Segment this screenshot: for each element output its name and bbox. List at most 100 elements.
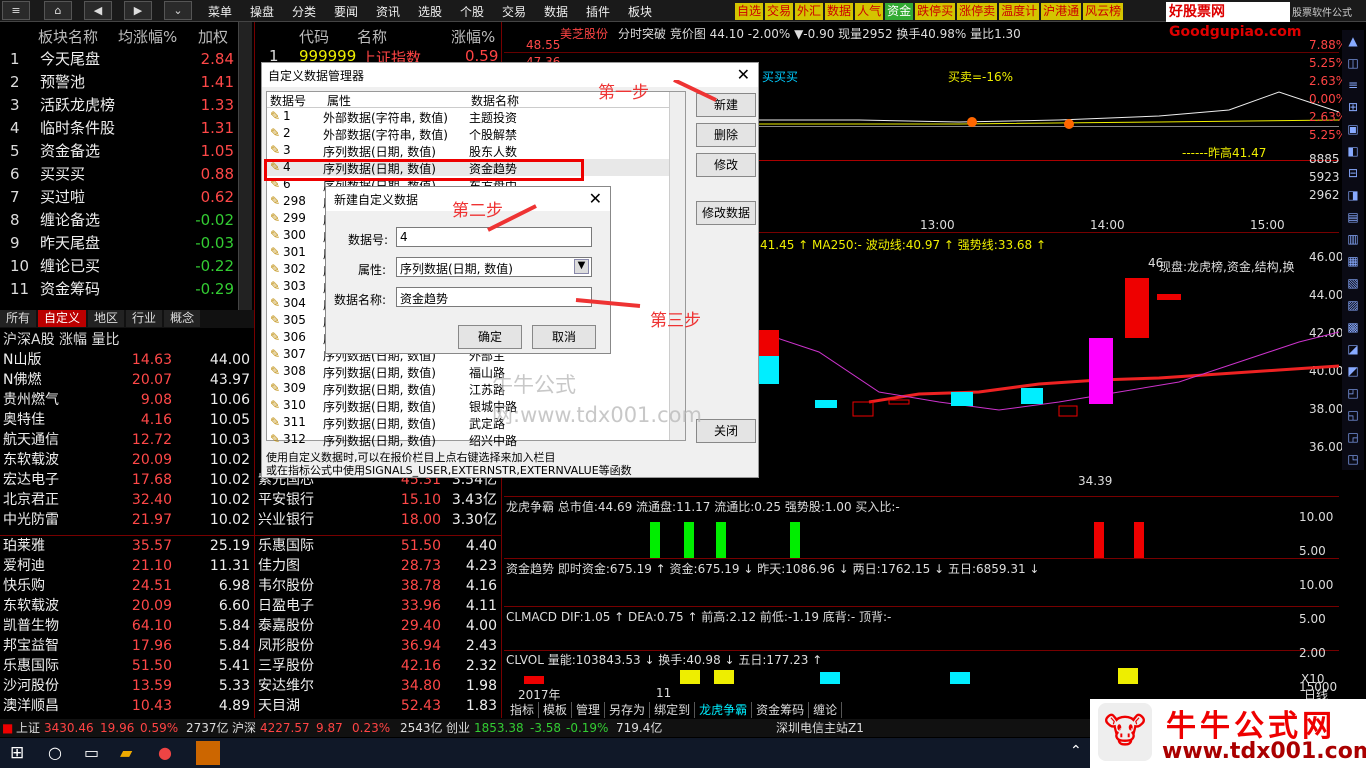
col-header-change[interactable]: 均涨幅% [118, 26, 177, 47]
stock-title[interactable]: 美芝股份 [560, 25, 608, 42]
sh-index[interactable]: 3430.46 [44, 719, 94, 737]
windows-icon[interactable]: ⊞ [10, 743, 24, 763]
tab-0[interactable]: 所有 [0, 310, 37, 327]
quick-button[interactable]: 涨停卖 [957, 3, 998, 20]
stock-row[interactable]: 澳洋顺昌 10.43 4.89 [0, 696, 254, 716]
mid-stock-row[interactable]: 天目湖 52.43 1.83 [255, 696, 501, 716]
indicator-tab[interactable]: 管理 [572, 702, 606, 718]
mid-header-change[interactable]: 涨幅% [451, 26, 495, 47]
mid-header-name[interactable]: 名称 [357, 26, 387, 47]
stock-row[interactable]: 东软载波 20.09 10.02 [0, 450, 254, 470]
menu-item[interactable]: 操盘 [250, 3, 292, 20]
stock-row[interactable]: 乐惠国际 51.50 5.41 [0, 656, 254, 676]
sector-row[interactable]: 6 买买买 0.88 [0, 163, 238, 186]
stock-row[interactable]: 北京君正 32.40 10.02 [0, 490, 254, 510]
stock-row[interactable]: N山版 14.63 44.00 [0, 350, 254, 370]
tab-2[interactable]: 地区 [88, 310, 125, 327]
col-attr[interactable]: 属性 [323, 92, 467, 108]
menu-item[interactable]: 交易 [502, 3, 544, 20]
tray-icon[interactable]: ⌃ [1070, 743, 1082, 759]
search-icon[interactable]: ○ [48, 743, 62, 762]
sector-row[interactable]: 7 买过啦 0.62 [0, 186, 238, 209]
stock-row[interactable]: 爱柯迪 21.10 11.31 [0, 556, 254, 576]
sector-row[interactable]: 11 资金筹码 -0.29 [0, 278, 238, 301]
indicator-tab[interactable]: 资金筹码 [752, 702, 810, 718]
mid-stock-row[interactable]: 佳力图 28.73 4.23 [255, 556, 501, 576]
stock-row[interactable]: 宏达电子 17.68 10.02 [0, 470, 254, 490]
indicator-tab[interactable]: 模板 [539, 702, 573, 718]
stock-row[interactable]: 沙河股份 13.59 5.33 [0, 676, 254, 696]
menu-item[interactable]: 插件 [586, 3, 628, 20]
indicator-tab[interactable]: 绑定到 [650, 702, 696, 718]
stock-row[interactable]: 快乐购 24.51 6.98 [0, 576, 254, 596]
mid-stock-row[interactable]: 乐惠国际 51.50 4.40 [255, 536, 501, 556]
stock-row[interactable]: 珀莱雅 35.57 25.19 [0, 536, 254, 556]
tab-4[interactable]: 概念 [164, 310, 201, 327]
server-status[interactable]: 深圳电信主站Z1 [776, 719, 864, 737]
browser-icon[interactable]: ● [158, 743, 172, 762]
quick-button[interactable]: 交易 [765, 3, 794, 20]
indicator-tab[interactable]: 另存为 [605, 702, 651, 718]
stock-row[interactable]: 航天通信 12.72 10.03 [0, 430, 254, 450]
tab-1[interactable]: 自定义 [38, 310, 87, 327]
mid-stock-row[interactable]: 韦尔股份 38.78 4.16 [255, 576, 501, 596]
mid-stock-row[interactable]: 三孚股份 42.16 2.32 [255, 656, 501, 676]
mid-stock-row[interactable]: 凤形股份 36.94 2.43 [255, 636, 501, 656]
menu-item[interactable]: 要闻 [334, 3, 376, 20]
stock-row[interactable]: 中光防雷 21.97 10.02 [0, 510, 254, 530]
quick-button[interactable]: 资金 [885, 3, 914, 20]
col-header-weighted[interactable]: 加权 [198, 26, 228, 47]
sector-row[interactable]: 10 缠论已买 -0.22 [0, 255, 238, 278]
stock-row[interactable]: 奥特佳 4.16 10.05 [0, 410, 254, 430]
mid-stock-row[interactable]: 平安银行 15.10 3.43亿 [255, 490, 501, 510]
menu-item[interactable]: 个股 [460, 3, 502, 20]
stock-row[interactable]: 贵州燃气 9.08 10.06 [0, 390, 254, 410]
sector-row[interactable]: 8 缠论备选 -0.02 [0, 209, 238, 232]
tab-3[interactable]: 行业 [126, 310, 163, 327]
stock-row[interactable]: 凯普生物 64.10 5.84 [0, 616, 254, 636]
menu-item[interactable]: 数据 [544, 3, 586, 20]
app-icon[interactable] [196, 741, 220, 765]
sector-row[interactable]: 3 活跃龙虎榜 1.33 [0, 94, 238, 117]
mid-stock-row[interactable]: 泰嘉股份 29.40 4.00 [255, 616, 501, 636]
sz-index[interactable]: 4227.57 [260, 719, 310, 737]
menu-item[interactable]: 分类 [292, 3, 334, 20]
quick-button[interactable]: 风云榜 [1083, 3, 1124, 20]
quick-button[interactable]: 跌停买 [915, 3, 956, 20]
quick-button[interactable]: 自选 [735, 3, 764, 20]
indicator-tab[interactable]: 龙虎争霸 [695, 702, 753, 718]
tool-icons[interactable]: ▲ ◫ ≡ ⊞ ▣ ◧ ⊟ ◨ ▤ ▥ ▦ ▧ ▨ ▩ ◪ ◩ ◰ ◱ ◲ ◳ [1342, 30, 1364, 470]
quick-button[interactable]: 温度计 [999, 3, 1040, 20]
col-id[interactable]: 数据号 [267, 92, 323, 108]
forward-icon[interactable]: ▶ [124, 1, 152, 20]
cy-index[interactable]: 1853.38 [474, 719, 524, 737]
home-icon[interactable]: ⌂ [44, 1, 72, 20]
mid-stock-row[interactable]: 安达维尔 34.80 1.98 [255, 676, 501, 696]
mid-stock-row[interactable]: 日盈电子 33.96 4.11 [255, 596, 501, 616]
stock-row[interactable]: 邦宝益智 17.96 5.84 [0, 636, 254, 656]
indicator-tab[interactable]: 指标 [506, 702, 540, 718]
data-list-item[interactable]: ✎ 312 序列数据(日期, 数值) 绍兴中路 [267, 431, 685, 448]
stock-row[interactable]: N佛燃 20.07 43.97 [0, 370, 254, 390]
taskview-icon[interactable]: ▭ [84, 743, 99, 762]
menu-item[interactable]: 菜单 [208, 3, 250, 20]
mid-stock-row[interactable]: 兴业银行 18.00 3.30亿 [255, 510, 501, 530]
menu-icon[interactable]: ≡ [2, 1, 30, 20]
menu-item[interactable]: 板块 [628, 3, 670, 20]
sector-row[interactable]: 4 临时条件股 1.31 [0, 117, 238, 140]
scrollbar[interactable] [238, 22, 252, 310]
folder-icon[interactable]: ▰ [120, 743, 132, 762]
sector-row[interactable]: 5 资金备选 1.05 [0, 140, 238, 163]
sector-row[interactable]: 9 昨天尾盘 -0.03 [0, 232, 238, 255]
col-header-name[interactable]: 板块名称 [38, 26, 98, 47]
quick-button[interactable]: 人气 [855, 3, 884, 20]
expand-icon[interactable]: ⌄ [164, 1, 192, 20]
menu-item[interactable]: 资讯 [376, 3, 418, 20]
mid-header-code[interactable]: 代码 [299, 26, 329, 47]
sector-row[interactable]: 1 今天尾盘 2.84 [0, 48, 238, 71]
back-icon[interactable]: ◀ [84, 1, 112, 20]
indicator-tab[interactable]: 缠论 [809, 702, 843, 718]
menu-item[interactable]: 选股 [418, 3, 460, 20]
quick-button[interactable]: 沪港通 [1041, 3, 1082, 20]
sector-row[interactable]: 2 预警池 1.41 [0, 71, 238, 94]
